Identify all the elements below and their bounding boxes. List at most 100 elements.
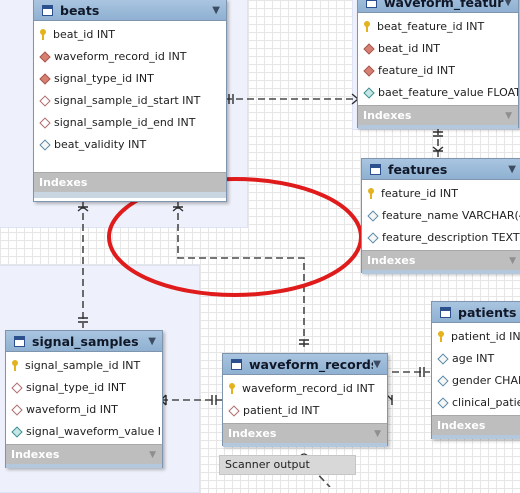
field-label: signal_sample_id_start INT — [54, 93, 201, 107]
table-icon — [231, 358, 242, 370]
table-icon — [42, 4, 53, 16]
field-row[interactable]: signal_type_id INT — [34, 67, 226, 89]
table-beats[interactable]: beats ▼ beat_id INT waveform_record_id IN… — [33, 0, 227, 202]
primary-key-icon — [437, 330, 445, 342]
field-label: signal_sample_id INT — [25, 358, 141, 372]
foreign-key-icon — [228, 405, 239, 416]
field-label: waveform_record_id INT — [54, 49, 187, 63]
field-label: age INT — [452, 351, 495, 365]
table-footer-strip — [34, 192, 226, 198]
table-title: signal_samples — [32, 333, 139, 349]
table-title: patients — [458, 304, 517, 320]
column-icon — [39, 139, 50, 150]
table-waveform-features[interactable]: waveform_features▼ beat_feature_id INT b… — [357, 0, 519, 129]
collapse-arrow-icon[interactable]: ▼ — [373, 359, 381, 370]
indexes-label: Indexes — [11, 448, 60, 461]
field-label: waveform_id INT — [26, 402, 118, 416]
collapse-arrow-icon[interactable]: ▼ — [212, 5, 220, 16]
field-label: signal_waveform_value INT — [26, 424, 162, 438]
field-row[interactable]: signal_sample_id_end INT — [34, 111, 226, 133]
field-label: signal_type_id INT — [26, 380, 126, 394]
field-row[interactable]: feature_description TEXT — [362, 226, 520, 248]
table-title: beats — [60, 2, 100, 18]
field-label: feature_id INT — [381, 186, 458, 200]
primary-key-icon — [39, 28, 47, 40]
expand-arrow-icon[interactable]: ▼ — [374, 429, 381, 439]
expand-arrow-icon[interactable]: ▼ — [505, 111, 512, 121]
field-label: feature_description TEXT — [382, 230, 520, 244]
column-icon — [437, 375, 448, 386]
field-row[interactable]: waveform_record_id INT — [223, 377, 387, 399]
indexes-bar[interactable]: Indexes — [432, 415, 520, 435]
field-row[interactable]: waveform_id INT — [6, 398, 162, 420]
foreign-key-icon — [39, 117, 50, 128]
field-row[interactable]: gender CHAR — [432, 369, 520, 391]
field-label: signal_type_id INT — [54, 71, 154, 85]
indexes-label: Indexes — [39, 176, 88, 189]
field-row[interactable]: clinical_patient_ — [432, 391, 520, 413]
table-footer-strip — [6, 464, 162, 468]
table-features[interactable]: features ▼ feature_id INT feature_name VA… — [361, 158, 520, 274]
table-waveform-records[interactable]: waveform_records ▼ waveform_record_id INT… — [222, 353, 388, 447]
expand-arrow-icon[interactable]: ▼ — [509, 256, 516, 266]
primary-key-icon — [11, 359, 19, 371]
table-title: features — [388, 161, 448, 177]
indexes-bar[interactable]: Indexes — [34, 172, 226, 192]
field-label: beat_validity INT — [54, 137, 147, 151]
table-footer-strip — [223, 443, 387, 447]
table-icon — [440, 306, 451, 318]
field-row[interactable]: feature_name VARCHAR(45) — [362, 204, 520, 226]
column-icon — [363, 87, 374, 98]
column-icon — [367, 210, 378, 221]
table-icon — [366, 0, 377, 8]
table-icon — [14, 335, 25, 347]
field-label: patient_id INT — [451, 329, 520, 343]
field-row[interactable]: signal_type_id INT — [6, 376, 162, 398]
collapse-arrow-icon[interactable]: ▼ — [504, 0, 512, 8]
field-row[interactable]: beat_feature_id INT — [358, 15, 518, 37]
indexes-bar[interactable]: Indexes ▼ — [223, 423, 387, 443]
field-row[interactable]: beat_id INT — [34, 23, 226, 45]
indexes-bar[interactable]: Indexes ▼ — [362, 250, 520, 270]
column-icon — [11, 426, 22, 437]
indexes-label: Indexes — [437, 419, 486, 432]
scanner-output-note[interactable]: Scanner output — [219, 455, 356, 475]
field-row[interactable]: signal_sample_id INT — [6, 354, 162, 376]
indexes-bar[interactable]: Indexes ▼ — [6, 444, 162, 464]
foreign-key-icon — [11, 404, 22, 415]
indexes-bar[interactable]: Indexes ▼ — [358, 105, 518, 125]
foreign-key-icon — [39, 51, 50, 62]
collapse-arrow-icon[interactable]: ▼ — [148, 336, 156, 347]
indexes-label: Indexes — [228, 427, 277, 440]
field-label: clinical_patient_ — [452, 395, 520, 409]
column-icon — [367, 232, 378, 243]
column-icon — [437, 397, 448, 408]
field-row[interactable]: waveform_record_id INT — [34, 45, 226, 67]
field-row[interactable]: feature_id INT — [358, 59, 518, 81]
foreign-key-icon — [363, 65, 374, 76]
table-footer-strip — [432, 435, 520, 439]
field-label: signal_sample_id_end INT — [54, 115, 196, 129]
field-label: feature_id INT — [378, 63, 455, 77]
field-row[interactable]: beat_validity INT — [34, 133, 226, 155]
table-patients[interactable]: patients patient_id INT age INT gender C… — [431, 301, 520, 439]
table-title: waveform_records — [249, 356, 374, 372]
field-row[interactable]: signal_waveform_value INT — [6, 420, 162, 442]
primary-key-icon — [228, 382, 236, 394]
field-row[interactable]: patient_id INT — [432, 325, 520, 347]
table-signal-samples[interactable]: signal_samples ▼ signal_sample_id INT sig… — [5, 330, 163, 468]
primary-key-icon — [367, 187, 375, 199]
field-row[interactable]: signal_sample_id_start INT — [34, 89, 226, 111]
field-row[interactable]: patient_id INT — [223, 399, 387, 421]
collapse-arrow-icon[interactable]: ▼ — [508, 164, 516, 175]
field-label: beat_id INT — [53, 27, 116, 41]
field-label: feature_name VARCHAR(45) — [382, 208, 520, 222]
indexes-label: Indexes — [363, 109, 412, 122]
field-row[interactable]: beat_id INT — [358, 37, 518, 59]
indexes-label: Indexes — [367, 254, 416, 267]
field-row[interactable]: baet_feature_value FLOAT — [358, 81, 518, 103]
field-label: baet_feature_value FLOAT — [378, 85, 518, 99]
field-row[interactable]: feature_id INT — [362, 182, 520, 204]
field-row[interactable]: age INT — [432, 347, 520, 369]
expand-arrow-icon[interactable]: ▼ — [149, 450, 156, 460]
